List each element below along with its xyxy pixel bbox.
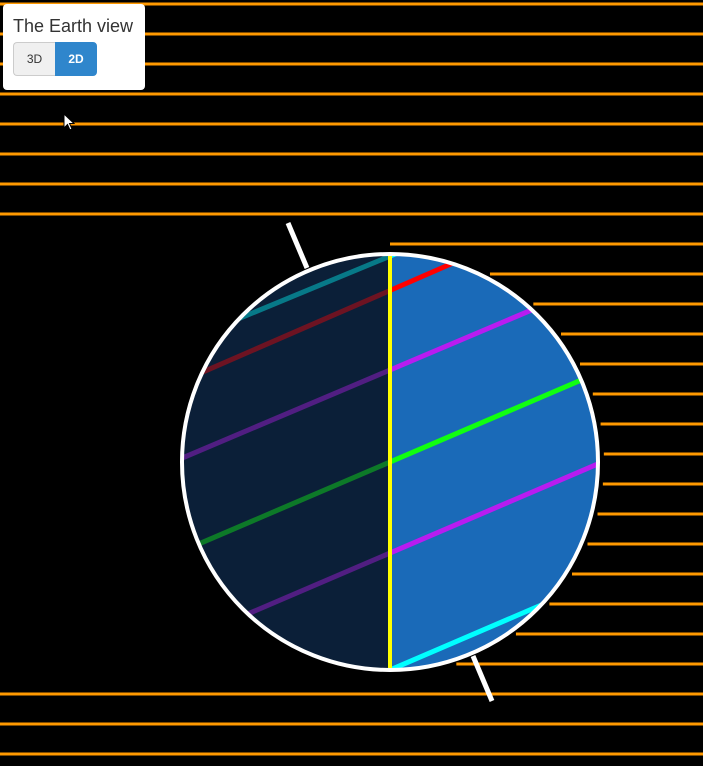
view-3d-button[interactable]: 3D — [13, 42, 55, 76]
panel-title: The Earth view — [13, 16, 134, 36]
mouse-pointer-icon — [63, 113, 75, 131]
earth-2d-view — [0, 2, 703, 756]
view-2d-button[interactable]: 2D — [55, 42, 97, 76]
view-control-panel: The Earth view 3D 2D — [3, 4, 145, 90]
view-toggle-group: 3D 2D — [13, 42, 135, 76]
